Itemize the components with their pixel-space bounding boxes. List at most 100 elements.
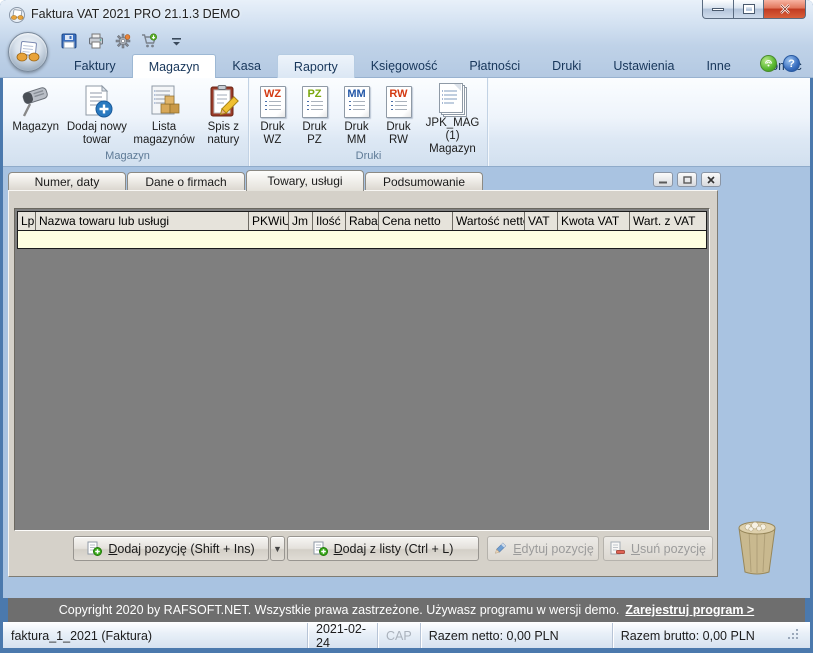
ribbon-group-label: Magazyn xyxy=(7,150,248,164)
cart-icon[interactable] xyxy=(141,33,158,50)
ribbon-button-label: Lista magazynów xyxy=(131,121,196,147)
minimize-button[interactable] xyxy=(702,0,734,19)
column-header-vat[interactable]: VAT xyxy=(525,212,558,230)
ribbon-button-druk-rw[interactable]: RW Druk RW xyxy=(378,81,420,150)
items-grid: Lp. Nazwa towaru lub usługi PKWiU Jm Ilo… xyxy=(14,208,710,531)
titlebar[interactable]: Faktura VAT 2021 PRO 21.1.3 DEMO xyxy=(0,0,813,30)
tab-towary-uslugi[interactable]: Towary, usługi xyxy=(246,170,364,191)
ribbon-button-magazyn[interactable]: Magazyn xyxy=(7,81,64,150)
online-status-icon[interactable] xyxy=(760,55,777,72)
grid-empty-row[interactable] xyxy=(18,231,706,248)
close-button[interactable] xyxy=(764,0,806,19)
ribbon-button-label: Dodaj nowy towar xyxy=(66,121,127,147)
demo-banner: Copyright 2020 by RAFSOFT.NET. Wszystkie… xyxy=(8,598,805,622)
ribbon-button-jpk-mag[interactable]: JPK_MAG (1) Magazyn xyxy=(420,81,486,150)
restore-icon xyxy=(744,5,754,13)
document-mm-icon: MM xyxy=(344,83,370,121)
document-wz-icon: WZ xyxy=(260,83,286,121)
status-caps-indicator: CAP xyxy=(378,623,421,648)
mdi-workspace: Numer, daty Dane o firmach Towary, usług… xyxy=(3,167,810,598)
tab-podsumowanie[interactable]: Podsumowanie xyxy=(365,172,483,191)
ribbon-tab-ustawienia[interactable]: Ustawienia xyxy=(597,54,690,78)
warehouse-list-icon xyxy=(145,83,183,121)
child-close-button[interactable] xyxy=(701,172,721,187)
ribbon-tab-ksiegowosc[interactable]: Księgowość xyxy=(355,54,454,78)
column-header-wart-z-vat[interactable]: Wart. z VAT xyxy=(630,212,706,230)
badge-text: MM xyxy=(345,88,369,101)
help-icon[interactable]: ? xyxy=(783,55,800,72)
ribbon-tab-magazyn[interactable]: Magazyn xyxy=(132,54,217,78)
child-window-controls xyxy=(653,172,721,187)
ribbon-button-label: Spis z natury xyxy=(201,121,246,147)
application-menu-orb[interactable] xyxy=(8,32,48,72)
ribbon-button-druk-pz[interactable]: PZ Druk PZ xyxy=(294,81,336,150)
ribbon-tab-raporty[interactable]: Raporty xyxy=(277,54,355,78)
ribbon-button-spis-z-natury[interactable]: Spis z natury xyxy=(199,81,248,150)
ribbon-tab-bar: Faktury Magazyn Kasa Raporty Księgowość … xyxy=(3,52,810,78)
tab-numer-daty[interactable]: Numer, daty xyxy=(8,172,126,191)
add-item-menu-button[interactable]: ▼ xyxy=(270,536,285,561)
column-header-kwota-vat[interactable]: Kwota VAT xyxy=(558,212,630,230)
status-gross-total: Razem brutto: 0,00 PLN xyxy=(613,623,810,648)
ribbon-button-druk-wz[interactable]: WZ Druk WZ xyxy=(252,81,294,150)
add-product-icon xyxy=(78,83,116,121)
badge-text: PZ xyxy=(303,88,327,101)
ribbon-tab-faktury[interactable]: Faktury xyxy=(58,54,132,78)
ribbon-button-label: Druk MM xyxy=(338,121,376,147)
column-header-cena-netto[interactable]: Cena netto xyxy=(379,212,453,230)
column-header-ilosc[interactable]: Ilość xyxy=(313,212,346,230)
inventory-clipboard-icon xyxy=(205,83,241,121)
minimize-icon xyxy=(712,8,724,11)
restore-button[interactable] xyxy=(734,0,764,19)
gross-total-text: Razem brutto: 0,00 PLN xyxy=(621,629,755,643)
ribbon-tab-inne[interactable]: Inne xyxy=(690,54,746,78)
window-title: Faktura VAT 2021 PRO 21.1.3 DEMO xyxy=(31,7,240,21)
ribbon-button-label: Druk RW xyxy=(380,121,418,147)
ribbon-button-dodaj-nowy-towar[interactable]: Dodaj nowy towar xyxy=(64,81,129,150)
resize-grip[interactable] xyxy=(787,628,802,643)
column-header-rabat[interactable]: Rabat xyxy=(346,212,379,230)
ribbon-button-label: Druk PZ xyxy=(296,121,334,147)
ribbon-button-lista-magazynow[interactable]: Lista magazynów xyxy=(129,81,198,150)
trash-can-icon[interactable] xyxy=(734,518,780,578)
column-header-lp[interactable]: Lp. xyxy=(18,212,36,230)
column-header-pkwiu[interactable]: PKWiU xyxy=(249,212,289,230)
child-restore-button[interactable] xyxy=(677,172,697,187)
stacked-documents-icon xyxy=(438,83,468,117)
child-minimize-button[interactable] xyxy=(653,172,673,187)
ribbon-tab-kasa[interactable]: Kasa xyxy=(216,54,277,78)
badge-text: WZ xyxy=(261,88,285,101)
edit-item-button[interactable]: Edytuj pozycję xyxy=(487,536,599,561)
column-header-jm[interactable]: Jm xyxy=(289,212,313,230)
window-controls xyxy=(702,0,806,19)
register-link[interactable]: Zarejestruj program > xyxy=(625,603,754,617)
save-icon[interactable] xyxy=(60,33,77,50)
copyright-text: Copyright 2020 by RAFSOFT.NET. Wszystkie… xyxy=(59,603,620,617)
document-pz-icon: PZ xyxy=(302,83,328,121)
ribbon-group-druki: WZ Druk WZ PZ Druk PZ MM Druk MM RW Druk… xyxy=(250,78,488,166)
customize-dropdown-icon[interactable] xyxy=(168,33,185,50)
barcode-scanner-icon xyxy=(16,83,56,121)
item-actions: Dodaj pozycję (Shift + Ins) ▼ Dodaj z li… xyxy=(9,536,719,563)
ribbon-button-druk-mm[interactable]: MM Druk MM xyxy=(336,81,378,150)
document-tab-bar: Numer, daty Dane o firmach Towary, usług… xyxy=(8,171,484,191)
status-date: 2021-02-24 xyxy=(308,623,378,648)
ribbon-button-label: Magazyn xyxy=(12,121,59,134)
ribbon-tab-platnosci[interactable]: Płatności xyxy=(453,54,536,78)
column-header-nazwa[interactable]: Nazwa towaru lub usługi xyxy=(36,212,249,230)
column-header-wartosc-netto[interactable]: Wartość netto xyxy=(453,212,525,230)
ribbon-button-label: Druk WZ xyxy=(254,121,292,147)
settings-icon[interactable] xyxy=(114,33,131,50)
edit-item-icon xyxy=(492,541,507,556)
print-icon[interactable] xyxy=(87,33,104,50)
delete-item-button[interactable]: Usuń pozycję xyxy=(603,536,713,561)
tab-dane-o-firmach[interactable]: Dane o firmach xyxy=(127,172,245,191)
app-logo-icon xyxy=(9,7,26,23)
add-item-icon xyxy=(87,541,102,556)
add-from-list-button[interactable]: Dodaj z listy (Ctrl + L) xyxy=(287,536,479,561)
ribbon-tab-druki[interactable]: Druki xyxy=(536,54,597,78)
status-document-name: faktura_1_2021 (Faktura) xyxy=(3,623,308,648)
add-item-button[interactable]: Dodaj pozycję (Shift + Ins) xyxy=(73,536,269,561)
add-from-list-icon xyxy=(313,541,328,556)
close-icon xyxy=(779,4,791,14)
